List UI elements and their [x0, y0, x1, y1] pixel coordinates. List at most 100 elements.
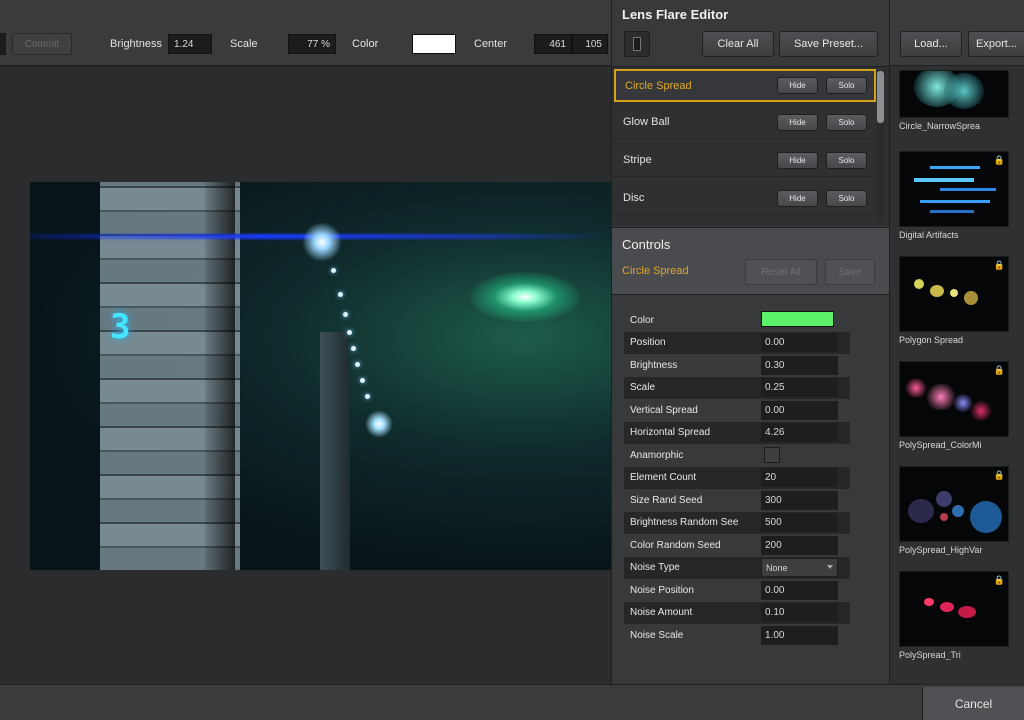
prop-label: Position	[630, 337, 666, 348]
prop-label: Noise Scale	[630, 629, 684, 641]
preset-blob	[940, 513, 948, 521]
scale-label: Scale	[230, 38, 258, 50]
layer-color-swatch[interactable]	[761, 311, 834, 327]
layer-row-glow-ball[interactable]: Glow Ball Hide Solo	[614, 106, 876, 139]
hide-button[interactable]: Hide	[777, 77, 818, 94]
cancel-button[interactable]: Cancel	[922, 687, 1024, 720]
toolbar-edge-field[interactable]	[0, 33, 6, 55]
prop-row-color: Color	[624, 309, 850, 331]
noise-position-field[interactable]: 0.00	[761, 580, 838, 600]
color-label: Color	[352, 38, 379, 50]
prop-label: Brightness Random See	[630, 517, 739, 528]
commit-button[interactable]: Commit	[12, 33, 72, 55]
solo-button[interactable]: Solo	[826, 189, 867, 207]
hide-button[interactable]: Hide	[777, 189, 818, 207]
preview-image[interactable]: 3	[30, 182, 612, 570]
save-preset-button[interactable]: Save Preset...	[779, 31, 878, 57]
prop-row-scale: Scale 0.25	[624, 376, 850, 399]
preset-blob	[930, 285, 944, 297]
lock-icon: 🔒	[993, 575, 1005, 585]
vertical-spread-field[interactable]: 0.00	[761, 400, 838, 420]
noise-type-select[interactable]: None	[761, 558, 838, 577]
layer-row-disc[interactable]: Disc Hide Solo	[614, 182, 876, 215]
layer-scrollbar[interactable]	[877, 71, 884, 221]
preset-blob	[930, 166, 980, 169]
prop-label: Size Rand Seed	[630, 494, 703, 506]
lens-flare-window: Commit Brightness 1.24 Scale 77 % Color …	[0, 0, 1024, 720]
prop-row-noise-amount: Noise Amount 0.10	[624, 601, 850, 624]
lock-icon: 🔒	[993, 260, 1005, 270]
prop-row-position: Position 0.00	[624, 331, 850, 354]
prop-label: Noise Amount	[630, 607, 693, 618]
size-rand-seed-field[interactable]: 300	[761, 490, 838, 510]
lock-icon: 🔒	[993, 365, 1005, 375]
noise-amount-field[interactable]: 0.10	[761, 603, 838, 622]
brightness-field[interactable]: 1.24	[167, 34, 212, 54]
flare-dot	[355, 362, 360, 367]
hide-button[interactable]: Hide	[777, 151, 818, 169]
noise-scale-field[interactable]: 1.00	[761, 625, 838, 645]
layer-scroll-thumb[interactable]	[877, 71, 884, 123]
preset-item[interactable]: 🔒 PolySpread_ColorMi	[899, 361, 1009, 450]
prop-row-anamorphic: Anamorphic	[624, 444, 850, 466]
scene-pillar	[320, 332, 350, 570]
scale-field[interactable]: 77 %	[288, 34, 336, 54]
controls-save-button[interactable]: Save	[825, 259, 875, 285]
center-control: Center 461 105	[468, 33, 608, 55]
element-count-field[interactable]: 20	[761, 468, 838, 487]
prop-row-noise-type: Noise Type None	[624, 556, 850, 579]
prop-row-brightness: Brightness 0.30	[624, 354, 850, 376]
preset-blob	[958, 606, 976, 618]
solo-button[interactable]: Solo	[826, 77, 867, 94]
center-x-field[interactable]: 461	[534, 34, 572, 54]
scene-tower-shade	[205, 182, 235, 570]
solo-button[interactable]: Solo	[826, 113, 867, 131]
preset-name: Circle_NarrowSprea	[899, 121, 981, 131]
panel-icon	[633, 37, 641, 51]
layer-toggle-button[interactable]	[624, 31, 650, 57]
color-swatch[interactable]	[412, 34, 456, 54]
reset-all-button[interactable]: Reset All	[745, 259, 817, 285]
brightness-value-field[interactable]: 0.30	[761, 355, 838, 375]
presets-toolbar: Load... Export...	[890, 0, 1024, 66]
flare-dot	[343, 312, 348, 317]
brightness-random-seed-field[interactable]: 500	[761, 513, 838, 532]
hide-button[interactable]: Hide	[777, 113, 818, 131]
preset-item[interactable]: 🔒 Polygon Spread	[899, 256, 1009, 345]
prop-row-element-count: Element Count 20	[624, 466, 850, 489]
center-y-field[interactable]: 105	[572, 34, 608, 54]
preset-item[interactable]: 🔒 PolySpread_Tri	[899, 571, 1009, 660]
controls-header: Controls Circle Spread Reset All Save	[612, 227, 889, 295]
preset-name: PolySpread_Tri	[899, 650, 961, 660]
preset-blob	[952, 505, 964, 517]
prop-label: Vertical Spread	[630, 404, 698, 416]
preset-blob	[950, 289, 958, 297]
export-button[interactable]: Export...	[968, 31, 1024, 57]
flare-glow-top	[302, 222, 342, 262]
solo-button[interactable]: Solo	[826, 151, 867, 169]
layer-row-circle-spread[interactable]: Circle Spread Hide Solo	[614, 69, 876, 102]
flare-dot	[365, 394, 370, 399]
position-field[interactable]: 0.00	[761, 333, 838, 352]
layer-row-stripe[interactable]: Stripe Hide Solo	[614, 144, 876, 177]
anamorphic-checkbox[interactable]	[764, 447, 780, 463]
horizontal-spread-field[interactable]: 4.26	[761, 423, 838, 442]
clear-all-button[interactable]: Clear All	[702, 31, 774, 57]
preset-name: PolySpread_ColorMi	[899, 440, 982, 450]
preset-blob	[964, 291, 978, 305]
preset-item[interactable]: 🔒 Digital Artifacts	[899, 151, 1009, 240]
preview-viewport: 3	[0, 67, 612, 684]
prop-row-vertical-spread: Vertical Spread 0.00	[624, 399, 850, 421]
lock-icon: 🔒	[993, 470, 1005, 480]
noise-type-value: None	[766, 562, 788, 573]
color-random-seed-field[interactable]: 200	[761, 535, 838, 555]
preset-blob	[970, 501, 1002, 533]
preset-item[interactable]: Circle_NarrowSprea	[899, 70, 1009, 131]
load-button[interactable]: Load...	[900, 31, 962, 57]
preset-item[interactable]: 🔒 PolySpread_HighVar	[899, 466, 1009, 555]
preset-thumbnail: 🔒	[899, 571, 1009, 647]
layer-name: Stripe	[623, 154, 652, 166]
scale-value-field[interactable]: 0.25	[761, 378, 838, 397]
preset-blob	[930, 210, 974, 213]
preset-name: Polygon Spread	[899, 335, 964, 345]
